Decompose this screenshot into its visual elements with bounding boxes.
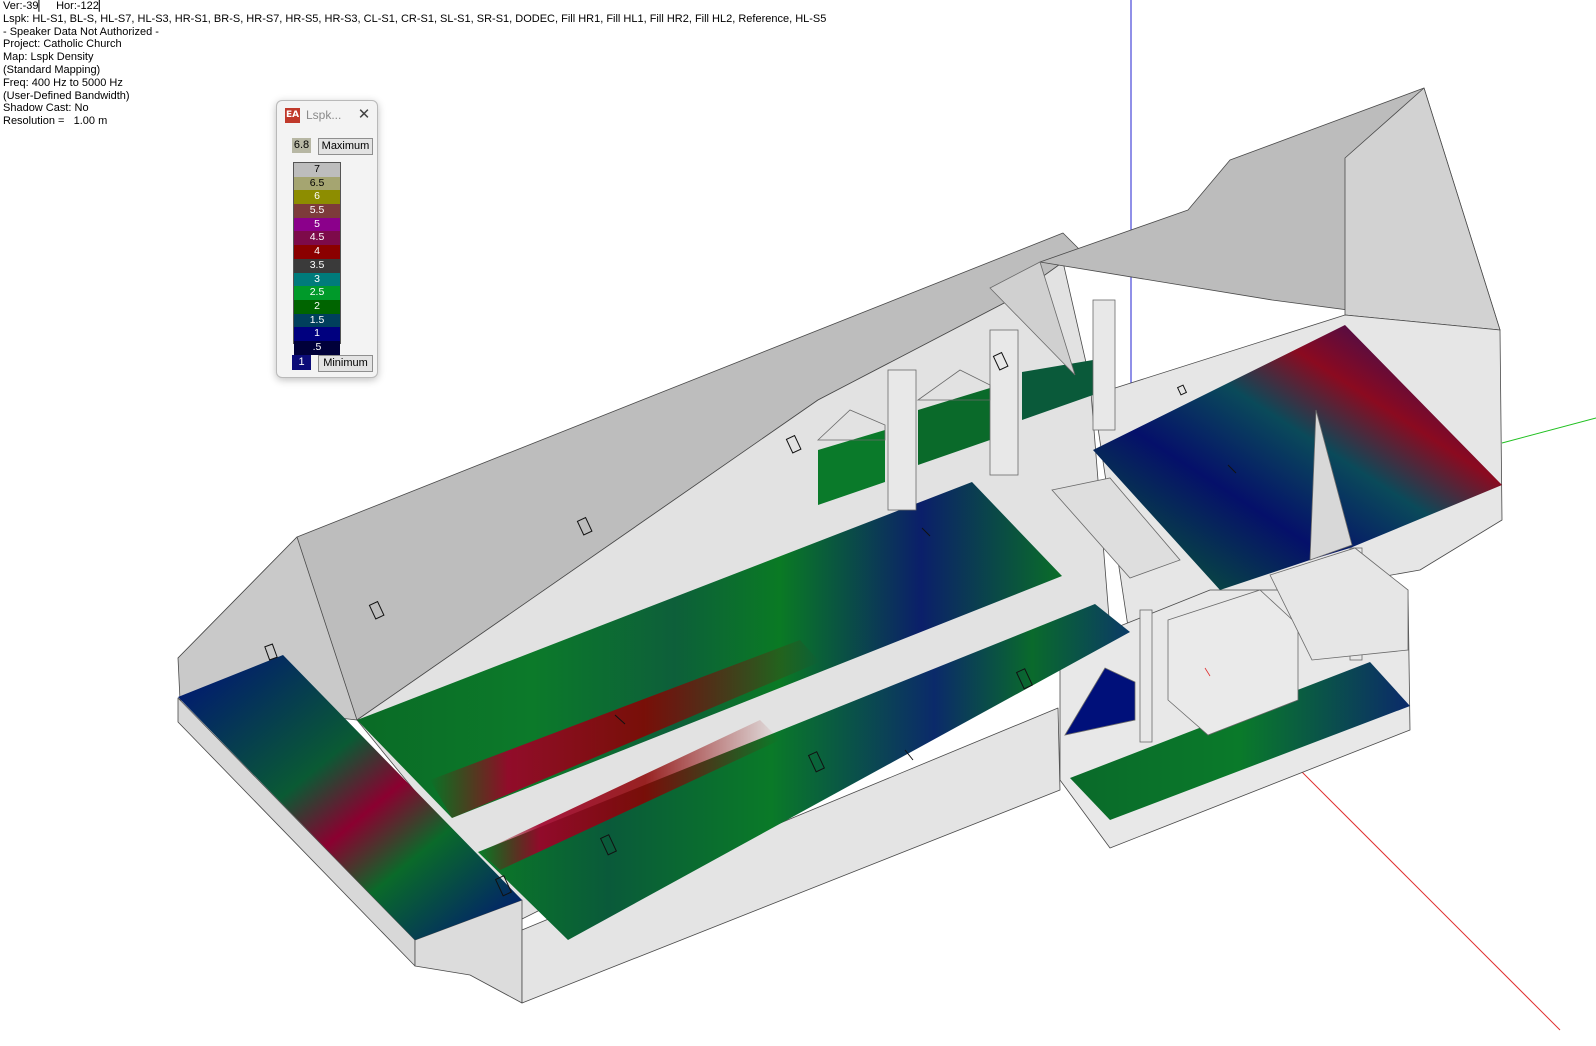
scale-row: 2: [294, 299, 340, 314]
info-line: Shadow Cast: No: [3, 102, 89, 115]
view-info-overlay: Ver:-39▏ Hor:-122▏ Lspk: HL-S1, BL-S, HL-…: [3, 0, 826, 128]
lspk-legend-window[interactable]: EA Lspk... ✕ 6.8 Maximum 7 6.5 6 5.5 5 4.5 4 3.…: [276, 100, 378, 378]
info-line: Freq: 400 Hz to 5000 Hz: [3, 76, 123, 89]
maximum-value: 6.8: [292, 138, 311, 153]
annex-pillar: [1139, 609, 1153, 743]
scale-row: 3: [294, 272, 340, 287]
x-axis-line: [1299, 769, 1561, 1031]
info-line: Ver:-39▏ Hor:-122▏: [3, 0, 108, 12]
scale-row: 4: [294, 245, 340, 259]
y-axis-line: [1501, 417, 1596, 444]
pillar: [989, 329, 1019, 476]
info-line: (User-Defined Bandwidth): [3, 89, 130, 102]
color-scale: 7 6.5 6 5.5 5 4.5 4 3.5 3 2.5 2 1.5 1.5: [293, 162, 341, 355]
pillar: [1092, 299, 1116, 431]
pillar: [887, 369, 917, 511]
3d-model-viewport[interactable]: [0, 0, 1596, 1046]
close-icon[interactable]: ✕: [355, 105, 373, 123]
scale-row: 6.5: [294, 176, 340, 191]
info-line: Map: Lspk Density: [3, 51, 94, 64]
minimum-button[interactable]: Minimum: [318, 355, 373, 372]
scale-row: 4.5: [294, 231, 340, 246]
ease-app-icon: EA: [285, 108, 300, 123]
scale-row: 7: [294, 163, 340, 177]
scale-row: 2.5: [294, 286, 340, 300]
scale-row: 3.5: [294, 258, 340, 273]
scale-row: 1.5: [294, 313, 340, 328]
minimum-value: 1: [292, 355, 311, 370]
info-line: Lspk: HL-S1, BL-S, HL-S7, HL-S3, HR-S1, …: [3, 12, 827, 25]
legend-title: Lspk...: [306, 108, 342, 122]
scale-row: 5: [294, 217, 340, 232]
scale-row: 5.5: [294, 204, 340, 218]
scale-row: 1: [294, 327, 340, 341]
info-line: (Standard Mapping): [3, 63, 101, 76]
info-line: - Speaker Data Not Authorized -: [3, 25, 159, 38]
maximum-button[interactable]: Maximum: [318, 138, 373, 155]
info-line: Resolution = 1.00 m: [3, 115, 108, 128]
legend-titlebar[interactable]: EA Lspk... ✕: [277, 101, 377, 129]
info-line: Project: Catholic Church: [3, 38, 122, 51]
scale-row: 6: [294, 190, 340, 205]
scale-row: .5: [294, 340, 340, 355]
